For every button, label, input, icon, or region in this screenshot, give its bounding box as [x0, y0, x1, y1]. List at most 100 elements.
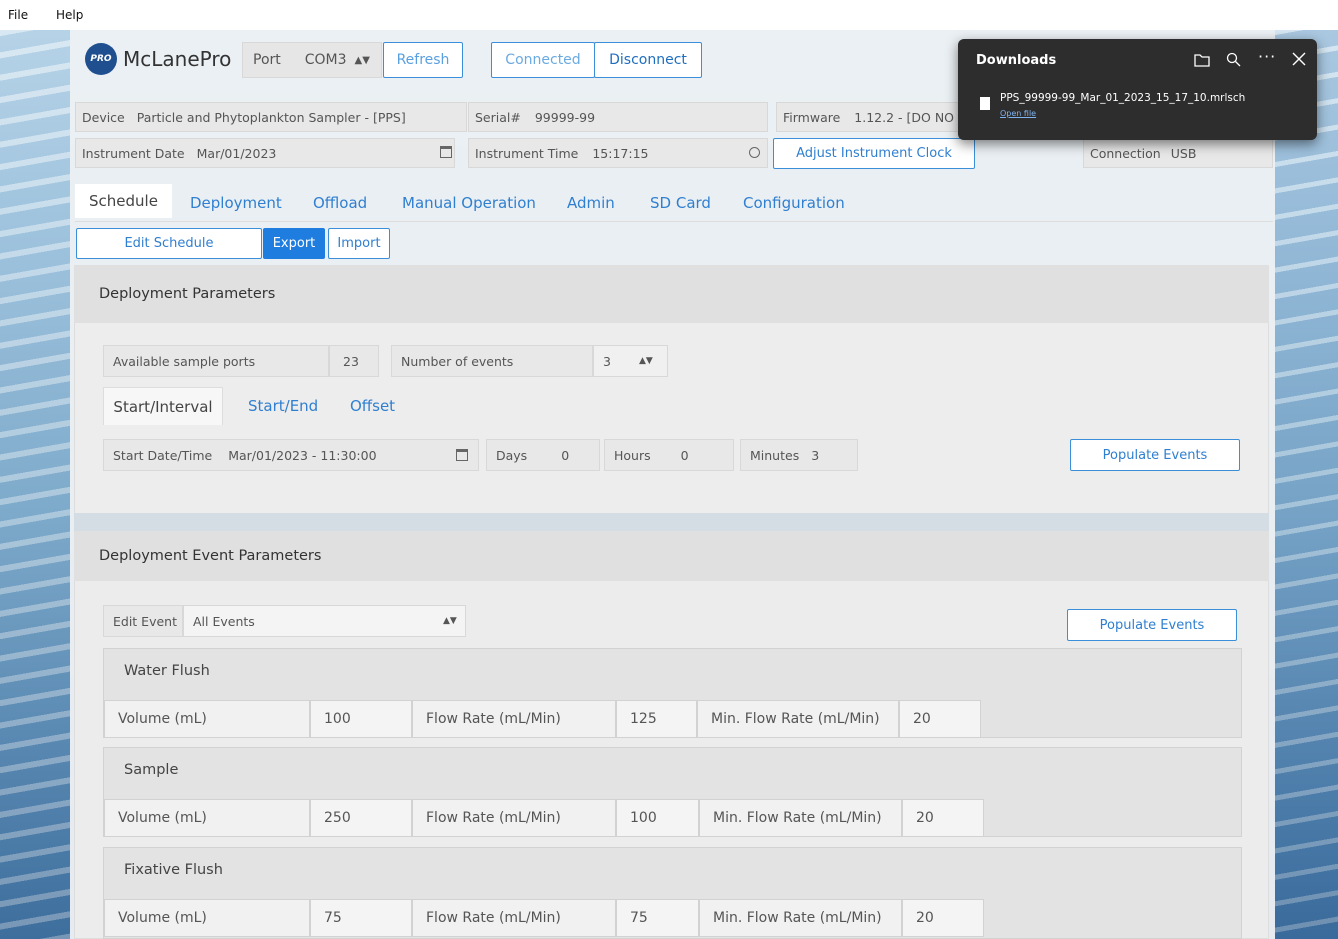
downloads-title: Downloads [976, 53, 1057, 68]
disconnect-button[interactable]: Disconnect [594, 42, 702, 78]
deployment-parameters-title: Deployment Parameters [74, 265, 1269, 323]
clock-icon[interactable] [749, 147, 760, 158]
edit-event-label-cell: Edit Event [103, 605, 183, 637]
menu-file[interactable]: File [8, 8, 28, 22]
subtab-start-end[interactable]: Start/End [248, 397, 318, 415]
tab-schedule[interactable]: Schedule [75, 184, 172, 218]
serial-field: Serial# 99999-99 [468, 102, 768, 132]
hours-label: Hours [614, 447, 651, 463]
flow-rate-label: Flow Rate (mL/Min) [412, 899, 616, 937]
volume-input[interactable]: 250 [310, 799, 412, 837]
export-button[interactable]: Export [263, 228, 325, 259]
event-parameters-title: Deployment Event Parameters [74, 531, 1269, 581]
min-flow-rate-label: Min. Flow Rate (mL/Min) [697, 700, 899, 738]
app-window: PRO McLanePro Port COM3 ▲▼ Refresh Conne… [70, 30, 1275, 939]
instrument-time-label: Instrument Time [475, 145, 579, 161]
firmware-label: Firmware [783, 109, 841, 125]
start-datetime-field: Start Date/Time Mar/01/2023 - 11:30:00 [103, 439, 479, 471]
tab-sd-card[interactable]: SD Card [650, 194, 711, 212]
flow-rate-input[interactable]: 125 [616, 700, 697, 738]
menu-help[interactable]: Help [56, 8, 83, 22]
days-label: Days [496, 447, 528, 463]
subtab-offset[interactable]: Offset [350, 397, 395, 415]
refresh-button[interactable]: Refresh [383, 42, 463, 78]
instrument-time-value[interactable]: 15:17:15 [592, 146, 648, 161]
connection-value: USB [1170, 145, 1197, 161]
port-label: Port [253, 52, 281, 68]
tab-deployment[interactable]: Deployment [190, 194, 282, 212]
tab-configuration[interactable]: Configuration [743, 194, 845, 212]
volume-input[interactable]: 75 [310, 899, 412, 937]
folder-icon[interactable] [1194, 53, 1210, 67]
number-of-events-select[interactable]: 3 ▲▼ [593, 345, 668, 377]
select-arrows-icon: ▲▼ [443, 616, 457, 626]
panel-separator [74, 513, 1269, 531]
serial-value: 99999-99 [534, 109, 596, 125]
instrument-date-value[interactable]: Mar/01/2023 [197, 146, 277, 161]
port-group: Port COM3 ▲▼ [242, 42, 382, 78]
event-group-title: Water Flush [124, 663, 210, 679]
sample-ports-label-cell: Available sample ports [103, 345, 329, 377]
volume-label: Volume (mL) [104, 700, 310, 738]
connection-field: Connection USB [1083, 138, 1273, 168]
start-datetime-value[interactable]: Mar/01/2023 - 11:30:00 [228, 448, 376, 463]
volume-label: Volume (mL) [104, 899, 310, 937]
min-flow-rate-input[interactable]: 20 [902, 799, 984, 837]
app-name: McLanePro [123, 47, 232, 71]
flow-rate-input[interactable]: 75 [616, 899, 699, 937]
subtab-start-interval[interactable]: Start/Interval [103, 387, 223, 425]
flow-rate-input[interactable]: 100 [616, 799, 699, 837]
instrument-date-label: Instrument Date [82, 145, 185, 161]
hours-value[interactable]: 0 [681, 448, 689, 463]
min-flow-rate-input[interactable]: 20 [899, 700, 981, 738]
port-select[interactable]: COM3 [291, 52, 347, 68]
tab-manual-operation[interactable]: Manual Operation [402, 194, 536, 212]
firmware-field: Firmware 1.12.2 - [DO NO [776, 102, 962, 132]
event-group-title: Fixative Flush [124, 862, 223, 878]
event-group-fixative-flush: Fixative Flush Volume (mL) 75 Flow Rate … [103, 847, 1242, 939]
min-flow-rate-label: Min. Flow Rate (mL/Min) [699, 799, 902, 837]
days-value[interactable]: 0 [561, 448, 569, 463]
volume-label: Volume (mL) [104, 799, 310, 837]
more-options-icon[interactable]: ··· [1258, 47, 1276, 66]
import-button[interactable]: Import [328, 228, 390, 259]
min-flow-rate-input[interactable]: 20 [902, 899, 984, 937]
file-icon [980, 97, 990, 110]
downloads-panel: Downloads ··· PPS_99999-99_Mar_01_2023_1… [958, 39, 1317, 140]
device-label: Device [82, 109, 125, 125]
start-datetime-label: Start Date/Time [113, 447, 213, 463]
calendar-icon[interactable] [456, 449, 468, 461]
event-group-water-flush: Water Flush Volume (mL) 100 Flow Rate (m… [103, 648, 1242, 738]
populate-events-button-2[interactable]: Populate Events [1067, 609, 1237, 641]
select-arrows-icon: ▲▼ [638, 356, 653, 366]
calendar-icon[interactable] [440, 146, 452, 158]
connection-label: Connection [1090, 145, 1161, 161]
adjust-clock-button[interactable]: Adjust Instrument Clock [773, 138, 975, 169]
connected-button[interactable]: Connected [491, 42, 595, 78]
close-icon[interactable] [1292, 52, 1306, 66]
number-of-events-value: 3 [603, 353, 611, 369]
populate-events-button[interactable]: Populate Events [1070, 439, 1240, 471]
number-of-events-label-cell: Number of events [391, 345, 593, 377]
download-file-name[interactable]: PPS_99999-99_Mar_01_2023_15_17_10.mrlsch [1000, 92, 1245, 104]
tab-admin[interactable]: Admin [567, 194, 615, 212]
sample-ports-label: Available sample ports [113, 353, 256, 369]
number-of-events-label: Number of events [401, 353, 514, 369]
tab-offload[interactable]: Offload [313, 194, 367, 212]
edit-schedule-button[interactable]: Edit Schedule [76, 228, 262, 259]
edit-event-value: All Events [193, 613, 255, 629]
flow-rate-label: Flow Rate (mL/Min) [412, 700, 616, 738]
serial-label: Serial# [475, 109, 521, 125]
search-icon[interactable] [1226, 52, 1241, 67]
volume-input[interactable]: 100 [310, 700, 412, 738]
min-flow-rate-label: Min. Flow Rate (mL/Min) [699, 899, 902, 937]
sample-ports-value: 23 [329, 345, 379, 377]
device-field: Device Particle and Phytoplankton Sample… [75, 102, 467, 132]
logo-icon: PRO [85, 43, 117, 75]
event-group-sample: Sample Volume (mL) 250 Flow Rate (mL/Min… [103, 747, 1242, 837]
edit-event-select[interactable]: All Events ▲▼ [183, 605, 466, 637]
minutes-value[interactable]: 3 [811, 448, 819, 463]
background-sea-left [0, 30, 70, 939]
open-file-link[interactable]: Open file [1000, 109, 1036, 118]
days-field: Days 0 [486, 439, 600, 471]
